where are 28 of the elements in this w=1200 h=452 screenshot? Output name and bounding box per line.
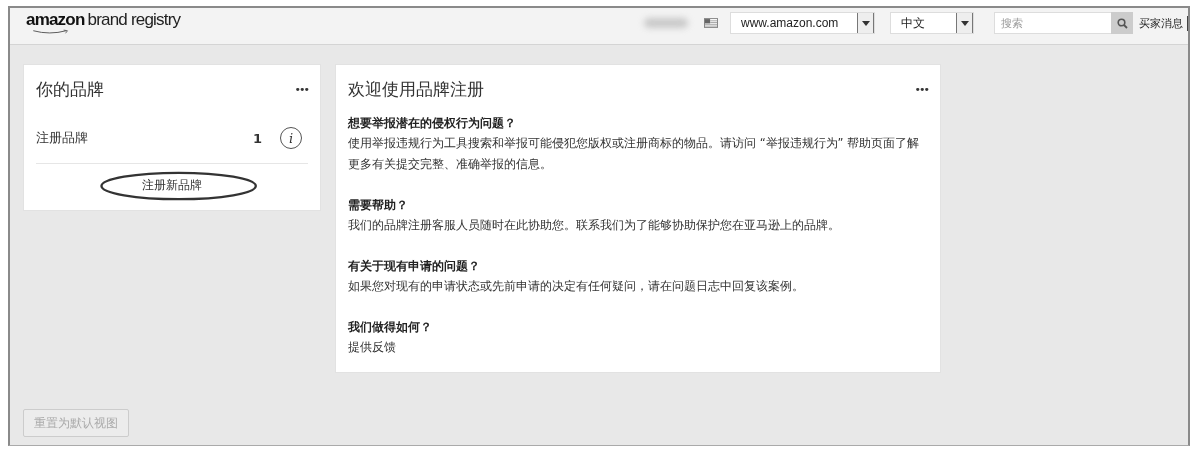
more-button[interactable]: •••	[294, 82, 308, 96]
dropdown-icon	[960, 20, 969, 26]
search-button[interactable]	[1111, 12, 1133, 34]
section-heading: 我们做得如何？	[348, 319, 433, 336]
more-button[interactable]: •••	[914, 82, 928, 96]
amazon-brand-registry-logo[interactable]: amazon brand registry	[26, 10, 181, 36]
registered-brands-label: 注册品牌	[36, 129, 89, 147]
flag-icon	[704, 18, 718, 28]
section-heading: 有关于现有申请的问题？	[348, 258, 481, 275]
language-select[interactable]: 中文	[890, 12, 974, 34]
buyer-messages-link[interactable]: 买家消息	[1139, 15, 1188, 31]
card-title: 你的品牌	[36, 77, 104, 101]
section-text: 使用举报违规行为工具搜索和举报可能侵犯您版权或注册商标的物品。请访问 “举报违规行为” 帮助页面了解更多有关提交完整、准确举报的信息。	[348, 135, 921, 173]
marketplace-select[interactable]: www.amazon.com	[730, 12, 875, 34]
card-title: 欢迎使用品牌注册	[348, 77, 484, 101]
section-text: 提供反馈	[348, 339, 397, 356]
section-text: 我们的品牌注册客服人员随时在此协助您。联系我们为了能够协助保护您在亚马逊上的品牌。	[348, 217, 841, 234]
search-field[interactable]: 搜索	[994, 12, 1111, 34]
info-button[interactable]: i	[280, 127, 302, 149]
dropdown-icon	[861, 20, 870, 26]
section-heading: 想要举报潜在的侵权行为问题？	[348, 115, 517, 132]
section-text: 如果您对现有的申请状态或先前申请的决定有任何疑问，请在问题日志中回复该案例。	[348, 278, 805, 295]
inline-link[interactable]: 举报违规行为	[372, 136, 444, 150]
search-icon	[1116, 17, 1128, 29]
section-heading: 需要帮助？	[348, 197, 409, 214]
inline-link[interactable]: 问题日志	[672, 279, 720, 293]
brand-count: 1	[252, 130, 262, 146]
blurred-username	[644, 18, 688, 28]
